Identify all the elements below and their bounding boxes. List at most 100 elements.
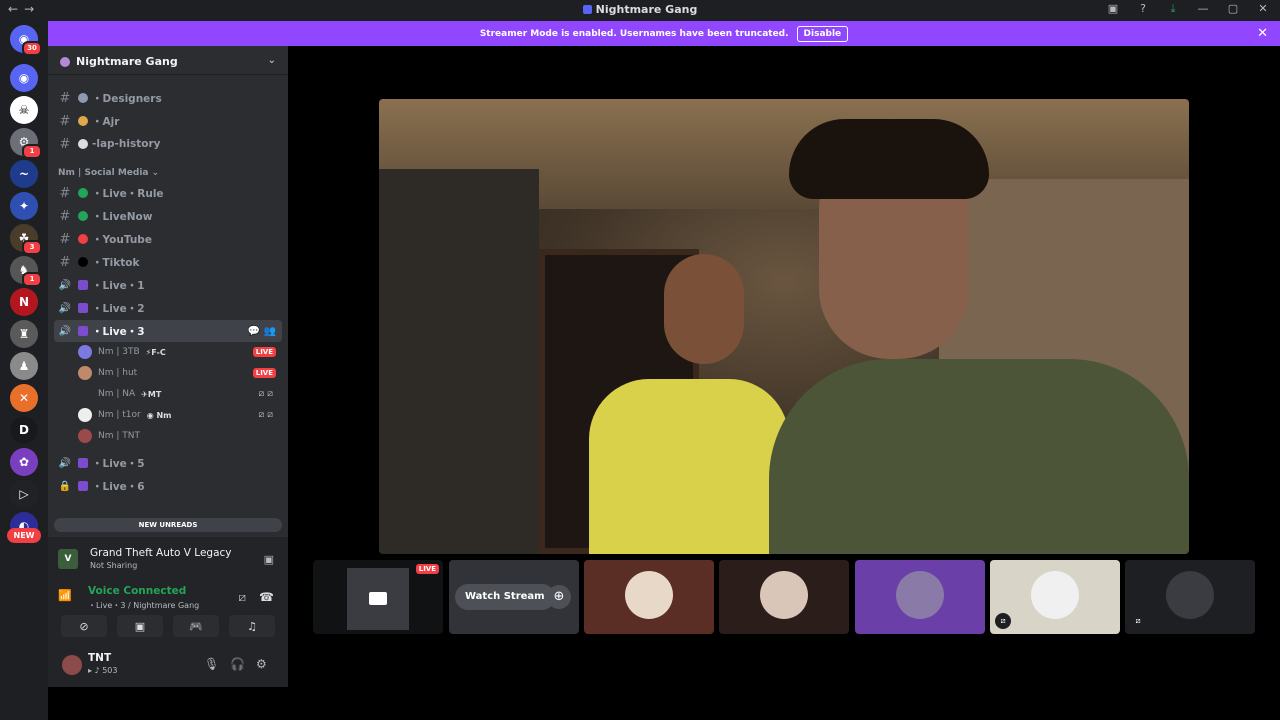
maximize-icon[interactable]: ▢ — [1226, 2, 1240, 16]
close-icon[interactable]: ✕ — [1257, 26, 1268, 41]
server-glyph-icon: ✦ — [10, 192, 38, 220]
channel-item[interactable]: # ・YouTube — [54, 228, 282, 250]
help-icon[interactable]: ? — [1136, 2, 1150, 16]
streamer-mode-banner: Streamer Mode is enabled. Usernames have… — [48, 21, 1280, 46]
participant-tile[interactable]: ⧄ — [990, 560, 1120, 634]
participant-tile[interactable]: Watch Stream ⊕ — [449, 560, 579, 634]
noise-suppression-icon[interactable]: ⧄ — [238, 590, 246, 605]
voice-channel-name[interactable]: ・Live・3 / Nightmare Gang — [88, 600, 199, 611]
voice-user[interactable]: Nm | NA ✈MT ⧄⧄ — [78, 384, 282, 404]
channel-item[interactable]: 🔊 ・Live・1 — [54, 274, 282, 296]
voice-connection: 📶 Voice Connected ・Live・3 / Nightmare Ga… — [58, 585, 278, 613]
channel-item[interactable]: # -lap-history — [54, 133, 282, 155]
server-icon-1[interactable]: ☠ — [10, 96, 38, 124]
channel-item[interactable]: # ・Designers — [54, 87, 282, 109]
server-icon-8[interactable]: ♜ — [10, 320, 38, 348]
participant-tile[interactable]: ⧄ — [1125, 560, 1255, 634]
server-icon-0[interactable]: ◉ — [10, 64, 38, 92]
disconnect-icon[interactable]: ☎ — [259, 590, 274, 604]
add-stream-icon[interactable]: ⊕ — [547, 585, 571, 609]
server-icon-9[interactable]: ♟ — [10, 352, 38, 380]
close-icon[interactable]: ✕ — [1256, 2, 1270, 16]
game-status: Not Sharing — [90, 561, 138, 570]
voice-user[interactable]: Nm | 3TB ⚡F-C LIVE — [78, 342, 282, 362]
avatar[interactable] — [62, 655, 82, 675]
speaker-icon: 🔊 — [58, 279, 72, 291]
hash-icon: # — [59, 136, 71, 152]
new-badge[interactable]: NEW — [7, 528, 41, 543]
stream-video[interactable] — [379, 99, 1189, 554]
channel-name: ・Live・6 — [92, 480, 145, 493]
download-icon[interactable]: ⤓ — [1166, 2, 1180, 16]
game-name: Grand Theft Auto V Legacy — [90, 547, 232, 559]
server-name: Nightmare Gang — [76, 55, 178, 68]
stream-preview — [347, 568, 409, 630]
microphone-icon[interactable]: 🎙 — [204, 657, 219, 671]
person-one — [589, 379, 789, 554]
settings-gear-icon[interactable]: ⚙ — [256, 657, 267, 671]
inbox-icon[interactable]: ▣ — [1106, 2, 1120, 16]
minimize-icon[interactable]: — — [1196, 2, 1210, 16]
server-glyph-icon: ✕ — [10, 384, 38, 412]
server-icon-3[interactable]: ~ — [10, 160, 38, 188]
channel-item[interactable]: # ・Ajr — [54, 110, 282, 132]
server-icon-7[interactable]: N — [10, 288, 38, 316]
screen-share-button[interactable]: ▣ — [117, 615, 163, 637]
participant-tile[interactable]: LIVE — [313, 560, 443, 634]
channel-tools-icon[interactable]: 💬 👥 — [248, 326, 276, 337]
activities-button[interactable]: 🎮 — [173, 615, 219, 637]
channel-name: ・LiveNow — [92, 210, 153, 223]
channel-emoji-icon — [78, 139, 88, 149]
channel-item[interactable]: # ・Tiktok — [54, 251, 282, 273]
share-screen-icon[interactable]: ▣ — [264, 553, 274, 566]
hash-icon: # — [59, 185, 71, 201]
server-icon-12[interactable]: ✿ — [10, 448, 38, 476]
signal-icon: 📶 — [58, 589, 72, 602]
home-button[interactable]: ◉ 30 — [10, 25, 42, 56]
banner-text: Streamer Mode is enabled. Usernames have… — [479, 28, 789, 39]
chevron-down-icon[interactable]: ⌄ — [268, 55, 276, 66]
disable-button[interactable]: Disable — [796, 25, 849, 42]
headphones-icon[interactable]: 🎧 — [230, 657, 245, 671]
channel-item[interactable]: # ・LiveNow — [54, 205, 282, 227]
soundboard-button[interactable]: ♫ — [229, 615, 275, 637]
voice-user[interactable]: Nm | hut LIVE — [78, 363, 282, 383]
avatar — [896, 571, 944, 619]
server-icon-11[interactable]: D — [10, 416, 38, 444]
participant-tile[interactable] — [855, 560, 985, 634]
live-badge: LIVE — [252, 347, 276, 357]
game-activity: V Grand Theft Auto V Legacy Not Sharing … — [58, 545, 278, 575]
voice-user[interactable]: Nm | t1or ◉ Nm ⧄⧄ — [78, 405, 282, 425]
voice-connected-title[interactable]: Voice Connected — [88, 585, 186, 597]
new-unreads-bar[interactable]: NEW UNREADS — [54, 518, 282, 532]
username[interactable]: TNT — [88, 652, 111, 664]
channel-item[interactable]: 🔒 ・Live・6 — [54, 475, 282, 497]
server-icon-5[interactable]: ☘ 3 — [10, 224, 42, 255]
avatar — [78, 429, 92, 443]
avatar — [625, 571, 673, 619]
server-icon — [60, 56, 70, 67]
avatar — [78, 366, 92, 380]
channel-item[interactable]: 🔊 ・Live・2 — [54, 297, 282, 319]
server-glyph-icon: ~ — [10, 160, 38, 188]
live-badge: LIVE — [415, 564, 439, 574]
server-icon-6[interactable]: ♞ 1 — [10, 256, 42, 287]
channel-item[interactable]: 🔊 ・Live・5 — [54, 452, 282, 474]
category-social-media[interactable]: Nm | Social Media ⌄ — [58, 168, 159, 178]
server-icon-13[interactable]: ▷ — [10, 480, 38, 508]
channel-item[interactable]: 🔊 ・Live・3 💬 👥 — [54, 320, 282, 342]
server-header[interactable]: Nightmare Gang ⌄ — [48, 49, 288, 75]
participant-tile[interactable] — [719, 560, 849, 634]
person-two — [769, 359, 1189, 554]
server-glyph-icon: ◉ — [10, 64, 38, 92]
channel-item[interactable]: # ・Live・Rule — [54, 182, 282, 204]
server-icon-4[interactable]: ✦ — [10, 192, 38, 220]
server-icon-10[interactable]: ✕ — [10, 384, 38, 412]
channel-name: -lap-history — [92, 138, 161, 150]
camera-off-button[interactable]: ⊘ — [61, 615, 107, 637]
channel-emoji-icon — [78, 116, 88, 126]
participant-tile[interactable] — [584, 560, 714, 634]
server-icon-2[interactable]: ⚙ 1 — [10, 128, 42, 159]
watch-stream-button[interactable]: Watch Stream — [455, 584, 555, 610]
voice-user[interactable]: Nm | TNT — [78, 426, 282, 446]
